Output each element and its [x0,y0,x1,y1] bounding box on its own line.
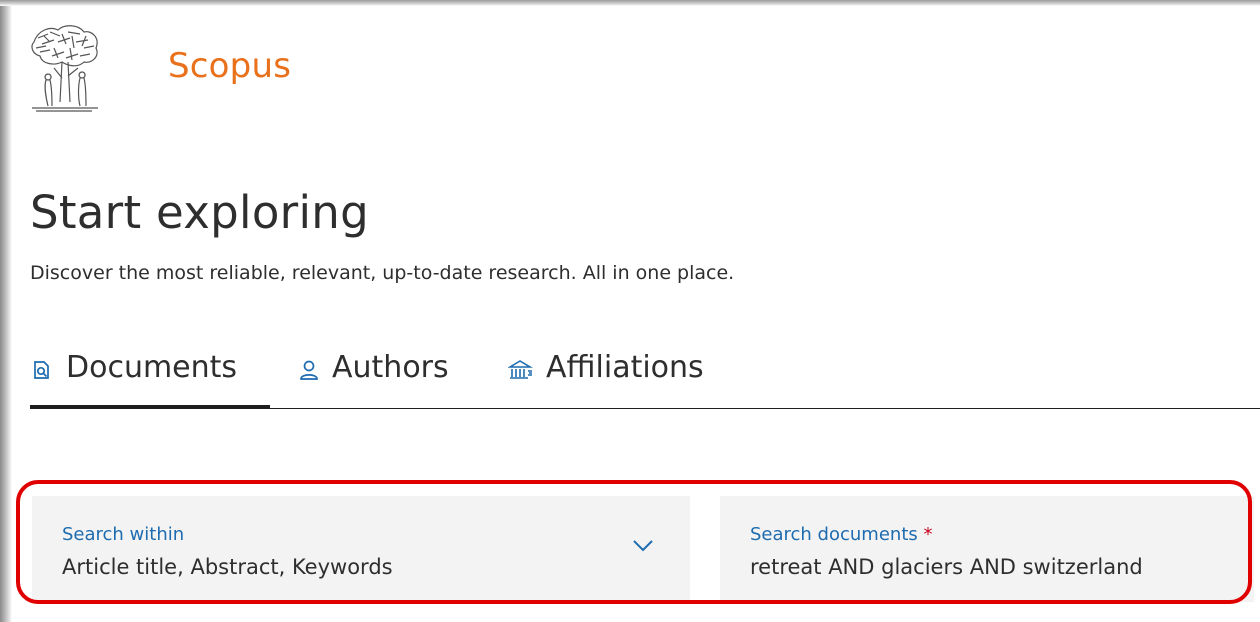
document-search-icon [30,358,54,382]
tab-affiliations-label: Affiliations [546,350,704,385]
page-subtitle: Discover the most reliable, relevant, up… [30,262,735,284]
person-icon [298,358,320,382]
institution-icon [508,358,534,382]
tab-documents-label: Documents [66,350,238,385]
tab-affiliations[interactable]: Affiliations [508,350,704,406]
brand-name[interactable]: Scopus [168,46,291,86]
search-highlight-outline [16,480,1252,604]
window-frame-top [0,0,1260,6]
elsevier-tree-logo-icon[interactable] [28,22,102,114]
page-title: Start exploring [30,186,369,239]
search-type-tabs: Documents Authors Affiliations [30,350,1260,409]
tab-authors[interactable]: Authors [298,350,449,406]
window-frame-left [0,0,12,622]
tab-authors-label: Authors [332,350,449,385]
tab-documents[interactable]: Documents [30,350,270,409]
